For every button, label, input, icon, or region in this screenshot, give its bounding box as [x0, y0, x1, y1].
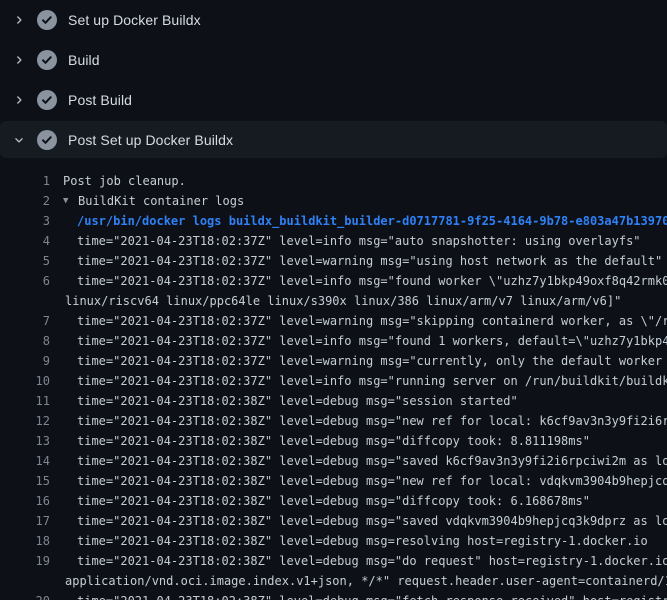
- line-number[interactable]: 3: [0, 214, 50, 228]
- log-line: 13 time="2021-04-23T18:02:38Z" level=deb…: [0, 431, 667, 451]
- log-text: time="2021-04-23T18:02:38Z" level=debug …: [77, 474, 667, 488]
- log-line: 20 time="2021-04-23T18:02:38Z" level=deb…: [0, 591, 667, 600]
- log-line-wrap: application/vnd.oci.image.index.v1+json,…: [0, 571, 667, 591]
- log-group-title: BuildKit container logs: [78, 194, 244, 208]
- step-section-build[interactable]: Build: [0, 40, 667, 80]
- line-number[interactable]: 4: [0, 234, 50, 248]
- chevron-right-icon[interactable]: [12, 92, 26, 108]
- log-line: 8 time="2021-04-23T18:02:37Z" level=info…: [0, 331, 667, 351]
- check-circle-icon: [37, 50, 57, 70]
- step-section-set-up-docker-buildx[interactable]: Set up Docker Buildx: [0, 0, 667, 40]
- step-section-post-build[interactable]: Post Build: [0, 80, 667, 120]
- line-number[interactable]: 20: [0, 594, 50, 600]
- line-number[interactable]: 10: [0, 374, 50, 388]
- log-line: 12 time="2021-04-23T18:02:38Z" level=deb…: [0, 411, 667, 431]
- line-number[interactable]: 7: [0, 314, 50, 328]
- log-text: linux/riscv64 linux/ppc64le linux/s390x …: [65, 294, 621, 308]
- step-section-post-set-up-docker-buildx[interactable]: Post Set up Docker Buildx: [0, 121, 667, 158]
- log-text: time="2021-04-23T18:02:37Z" level=info m…: [77, 334, 667, 348]
- line-number[interactable]: 19: [0, 554, 50, 568]
- log-line: 5 time="2021-04-23T18:02:37Z" level=warn…: [0, 251, 667, 271]
- log-text: time="2021-04-23T18:02:38Z" level=debug …: [77, 434, 590, 448]
- chevron-down-icon[interactable]: [12, 132, 26, 148]
- log-line-wrap: linux/riscv64 linux/ppc64le linux/s390x …: [0, 291, 667, 311]
- section-label: Build: [68, 52, 100, 68]
- log-line: 11 time="2021-04-23T18:02:38Z" level=deb…: [0, 391, 667, 411]
- chevron-right-icon[interactable]: [12, 52, 26, 68]
- chevron-right-icon[interactable]: [12, 12, 26, 28]
- log-text: time="2021-04-23T18:02:38Z" level=debug …: [77, 534, 648, 548]
- check-circle-icon: [37, 130, 57, 150]
- log-line: 6 time="2021-04-23T18:02:37Z" level=info…: [0, 271, 667, 291]
- log-line: 16 time="2021-04-23T18:02:38Z" level=deb…: [0, 491, 667, 511]
- log-line: 9 time="2021-04-23T18:02:37Z" level=warn…: [0, 351, 667, 371]
- section-label: Set up Docker Buildx: [68, 12, 201, 28]
- step-list: Set up Docker Buildx Build Post Build: [0, 0, 667, 158]
- collapse-triangle-icon[interactable]: ▼: [63, 191, 78, 211]
- line-number[interactable]: 1: [0, 174, 50, 188]
- log-text: time="2021-04-23T18:02:38Z" level=debug …: [77, 414, 667, 428]
- check-circle-icon: [37, 10, 57, 30]
- log-line: 3 /usr/bin/docker logs buildx_buildkit_b…: [0, 211, 667, 231]
- line-number[interactable]: 17: [0, 514, 50, 528]
- log-text: Post job cleanup.: [63, 174, 186, 188]
- log-text: time="2021-04-23T18:02:37Z" level=info m…: [77, 274, 667, 288]
- line-number[interactable]: 6: [0, 274, 50, 288]
- log-command-text: /usr/bin/docker logs buildx_buildkit_bui…: [77, 214, 667, 228]
- line-number[interactable]: 15: [0, 474, 50, 488]
- log-line: 18 time="2021-04-23T18:02:38Z" level=deb…: [0, 531, 667, 551]
- log-line: 7 time="2021-04-23T18:02:37Z" level=warn…: [0, 311, 667, 331]
- log-text: time="2021-04-23T18:02:38Z" level=debug …: [77, 494, 590, 508]
- section-label: Post Build: [68, 92, 132, 108]
- check-circle-icon: [37, 90, 57, 110]
- log-line-group[interactable]: 2 ▼ BuildKit container logs: [0, 191, 667, 211]
- line-number[interactable]: 13: [0, 434, 50, 448]
- log-line: 17 time="2021-04-23T18:02:38Z" level=deb…: [0, 511, 667, 531]
- line-number[interactable]: 5: [0, 254, 50, 268]
- log-text: time="2021-04-23T18:02:38Z" level=debug …: [77, 554, 667, 568]
- line-number[interactable]: 9: [0, 354, 50, 368]
- log-text: time="2021-04-23T18:02:37Z" level=warnin…: [77, 254, 662, 268]
- actions-log-viewer: Set up Docker Buildx Build Post Build: [0, 0, 667, 600]
- log-line: 4 time="2021-04-23T18:02:37Z" level=info…: [0, 231, 667, 251]
- section-label: Post Set up Docker Buildx: [68, 132, 233, 148]
- line-number[interactable]: 8: [0, 334, 50, 348]
- log-text: time="2021-04-23T18:02:38Z" level=debug …: [77, 454, 667, 468]
- line-number[interactable]: 16: [0, 494, 50, 508]
- log-text: time="2021-04-23T18:02:37Z" level=warnin…: [77, 354, 667, 368]
- line-number[interactable]: 14: [0, 454, 50, 468]
- log-text: time="2021-04-23T18:02:38Z" level=debug …: [77, 594, 667, 600]
- log-line: 1 Post job cleanup.: [0, 171, 667, 191]
- line-number[interactable]: 11: [0, 394, 50, 408]
- line-number[interactable]: 18: [0, 534, 50, 548]
- log-line: 15 time="2021-04-23T18:02:38Z" level=deb…: [0, 471, 667, 491]
- log-text: time="2021-04-23T18:02:37Z" level=info m…: [77, 234, 641, 248]
- log-line: 19 time="2021-04-23T18:02:38Z" level=deb…: [0, 551, 667, 571]
- log-line: 10 time="2021-04-23T18:02:37Z" level=inf…: [0, 371, 667, 391]
- log-text: time="2021-04-23T18:02:37Z" level=warnin…: [77, 314, 667, 328]
- line-number[interactable]: 2: [0, 194, 50, 208]
- log-line: 14 time="2021-04-23T18:02:38Z" level=deb…: [0, 451, 667, 471]
- log-text: application/vnd.oci.image.index.v1+json,…: [65, 574, 667, 588]
- log-text: time="2021-04-23T18:02:38Z" level=debug …: [77, 394, 518, 408]
- log-output: 1 Post job cleanup. 2 ▼ BuildKit contain…: [0, 158, 667, 600]
- log-text: time="2021-04-23T18:02:38Z" level=debug …: [77, 514, 667, 528]
- line-number[interactable]: 12: [0, 414, 50, 428]
- log-text: time="2021-04-23T18:02:37Z" level=info m…: [77, 374, 667, 388]
